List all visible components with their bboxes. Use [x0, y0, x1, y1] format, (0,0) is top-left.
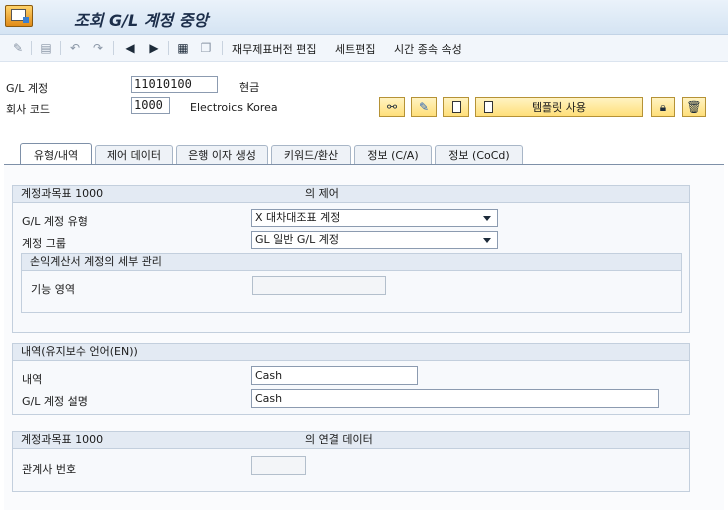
consolidation-group-title: 계정과목표 1000	[21, 433, 104, 446]
delete-button[interactable]: 🗑︎	[682, 97, 706, 117]
trading-partner-label: 관계사 번호	[22, 463, 77, 476]
consolidation-group-suffix: 의 연결 데이터	[305, 433, 373, 446]
save-template-icon[interactable]: ▤	[38, 40, 54, 56]
application-toolbar: ✎ ▤ ↶ ↷ ◀ ▶ ▦ ❐ 재무제표버전 편집 세트편집 시간 종속 속성	[0, 35, 728, 62]
pl-detail-subgroup-title: 손익계산서 계정의 세부 관리	[30, 255, 162, 268]
gl-account-label: G/L 계정	[6, 82, 49, 95]
hierarchy-icon: ⚯	[386, 100, 398, 114]
functional-area-field[interactable]	[252, 276, 386, 295]
control-group-title: 계정과목표 1000	[21, 187, 104, 200]
edit-fs-version-button[interactable]: 재무제표버전 편집	[232, 41, 316, 57]
gl-account-text: 현금	[239, 81, 260, 94]
template-document-icon	[484, 101, 493, 113]
short-text-label: 내역	[22, 373, 43, 386]
title-bar: 조회 G/L 계정 중앙	[0, 0, 728, 35]
document-icon[interactable]: ❐	[198, 40, 214, 56]
pencil-icon: ✎	[418, 100, 430, 114]
where-used-icon[interactable]: ▦	[175, 40, 191, 56]
edit-set-button[interactable]: 세트편집	[335, 41, 375, 57]
undo-icon[interactable]: ↶	[67, 40, 83, 56]
tab-strip: 유형/내역 제어 데이터 은행 이자 생성 키워드/환산 정보 (C/A) 정보…	[0, 143, 728, 165]
tab-info-cocd[interactable]: 정보 (CoCd)	[435, 145, 523, 164]
trading-partner-field[interactable]	[251, 456, 306, 475]
toolbar-separator	[60, 41, 61, 55]
tab-keyword-translation[interactable]: 키워드/환산	[271, 145, 351, 164]
window-title: 조회 G/L 계정 중앙	[74, 11, 209, 30]
new-document-icon	[451, 101, 461, 113]
gl-account-type-dropdown[interactable]: X 대차대조표 계정	[251, 209, 498, 227]
long-text-field[interactable]: Cash	[251, 389, 659, 408]
gl-account-type-value: X 대차대조표 계정	[255, 211, 341, 224]
chevron-down-icon	[483, 238, 491, 243]
control-group-suffix: 의 제어	[305, 187, 339, 200]
display-change-icon[interactable]: ✎	[10, 40, 26, 56]
trash-icon: 🗑︎	[686, 100, 702, 114]
toolbar-separator	[31, 41, 32, 55]
pl-detail-subgroup-header: 손익계산서 계정의 세부 관리	[22, 254, 681, 271]
control-group: 계정과목표 1000 의 제어 G/L 계정 유형 X 대차대조표 계정 계정 …	[12, 185, 690, 333]
lock-icon: 🔒︎	[659, 99, 667, 114]
consolidation-group: 계정과목표 1000 의 연결 데이터 관계사 번호	[12, 431, 690, 492]
tab-create-bank-interest[interactable]: 은행 이자 생성	[176, 145, 268, 164]
gl-account-field[interactable]: 11010100	[131, 76, 218, 93]
toolbar-separator	[113, 41, 114, 55]
gl-account-type-label: G/L 계정 유형	[22, 215, 88, 228]
functional-area-label: 기능 영역	[31, 283, 75, 296]
redo-icon[interactable]: ↷	[90, 40, 106, 56]
sap-menu-icon[interactable]	[5, 5, 33, 27]
tab-info-ca[interactable]: 정보 (C/A)	[354, 145, 432, 164]
account-group-label: 계정 그룹	[22, 237, 66, 250]
control-group-header: 계정과목표 1000 의 제어	[13, 186, 689, 203]
description-group-header: 내역(유지보수 언어(EN))	[13, 344, 689, 361]
hierarchy-button[interactable]: ⚯	[379, 97, 405, 117]
chevron-down-icon	[483, 216, 491, 221]
company-code-field[interactable]: 1000	[131, 97, 170, 114]
description-group: 내역(유지보수 언어(EN)) 내역 Cash G/L 계정 설명 Cash	[12, 343, 690, 415]
company-code-text: Electroics Korea	[190, 101, 278, 114]
account-group-value: GL 일반 G/L 계정	[255, 233, 339, 246]
use-template-label: 템플릿 사용	[531, 101, 587, 114]
tab-control-data[interactable]: 제어 데이터	[95, 145, 173, 164]
consolidation-group-header: 계정과목표 1000 의 연결 데이터	[13, 432, 689, 449]
toolbar-separator	[168, 41, 169, 55]
tab-type-description[interactable]: 유형/내역	[20, 143, 92, 165]
next-icon[interactable]: ▶	[146, 40, 162, 56]
account-group-dropdown[interactable]: GL 일반 G/L 계정	[251, 231, 498, 249]
toolbar-separator	[222, 41, 223, 55]
long-text-label: G/L 계정 설명	[22, 395, 88, 408]
lock-button[interactable]: 🔒︎	[651, 97, 675, 117]
pl-detail-subgroup: 손익계산서 계정의 세부 관리 기능 영역	[21, 253, 682, 313]
create-button[interactable]	[443, 97, 469, 117]
description-group-title: 내역(유지보수 언어(EN))	[21, 345, 138, 358]
use-template-button[interactable]: 템플릿 사용	[475, 97, 643, 117]
edit-button[interactable]: ✎	[411, 97, 437, 117]
short-text-field[interactable]: Cash	[251, 366, 418, 385]
time-dependent-attributes-button[interactable]: 시간 종속 속성	[394, 41, 462, 57]
company-code-label: 회사 코드	[6, 103, 50, 116]
previous-icon[interactable]: ◀	[122, 40, 138, 56]
